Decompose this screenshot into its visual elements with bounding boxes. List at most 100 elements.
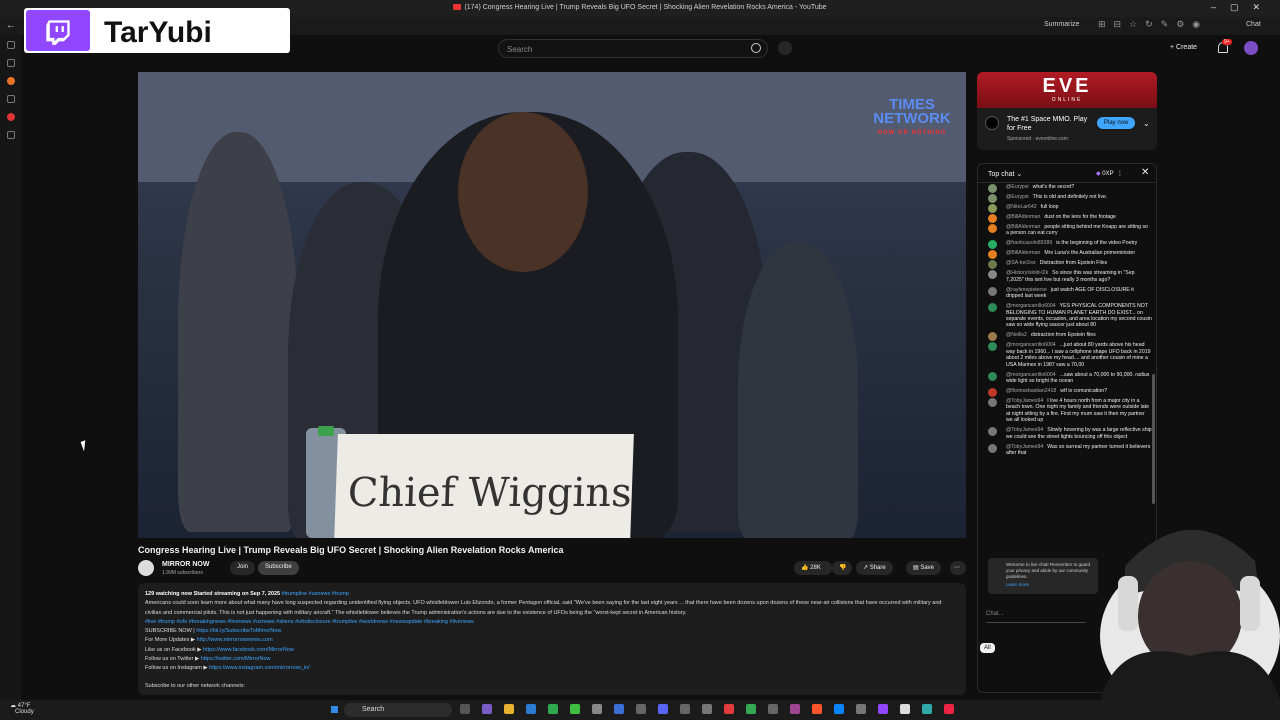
- chat-author[interactable]: @BillAlderman: [1006, 250, 1040, 256]
- app-icon[interactable]: [812, 704, 822, 714]
- chat-author[interactable]: @raylenepieterse: [1006, 287, 1047, 293]
- chat-scrollbar[interactable]: [1152, 374, 1155, 504]
- app-icon[interactable]: [680, 704, 690, 714]
- join-button[interactable]: Join: [230, 561, 256, 575]
- save-button[interactable]: ▤ Save: [906, 561, 942, 575]
- chat-author[interactable]: @NiteLar642: [1006, 204, 1037, 210]
- search-input[interactable]: Search: [498, 39, 768, 58]
- desc-subscribe-link[interactable]: https://bit.ly/SubscribeToMirrorNow: [196, 628, 281, 634]
- chat-author[interactable]: @morgancarrillo6004: [1006, 303, 1056, 309]
- chat-avatar[interactable]: [988, 214, 997, 223]
- play-now-button[interactable]: Play now: [1097, 117, 1136, 129]
- summarize-button[interactable]: Summarize: [1044, 21, 1079, 28]
- sidebar-tab-icon[interactable]: [7, 95, 15, 103]
- chat-avatar[interactable]: [988, 250, 997, 260]
- filter-all-chip[interactable]: All: [980, 643, 995, 653]
- chat-author[interactable]: @BillAlderman: [1006, 224, 1040, 230]
- channel-avatar[interactable]: [138, 560, 154, 576]
- channel-name[interactable]: MIRROR NOW: [162, 561, 209, 568]
- window-controls[interactable]: –▢✕: [1211, 2, 1274, 13]
- app-icon[interactable]: [548, 704, 558, 714]
- desc-fb-link[interactable]: https://www.facebook.com/MirrorNow: [203, 647, 294, 653]
- desc-ig-link[interactable]: https://www.instagram.com/mirrornow_in/: [209, 665, 310, 671]
- chat-author[interactable]: @Eurypsi: [1006, 194, 1029, 200]
- sidebar-add-icon[interactable]: [7, 131, 15, 139]
- chat-author[interactable]: @frankcasolo89289: [1006, 240, 1052, 246]
- app-icon[interactable]: [746, 704, 756, 714]
- share-button[interactable]: ↗ Share: [856, 561, 893, 575]
- video-description[interactable]: 129 watching now Started streaming on Se…: [138, 583, 966, 695]
- app-icon[interactable]: [724, 704, 734, 714]
- app-icon[interactable]: [856, 704, 866, 714]
- chat-author[interactable]: @morgancarrillo6004: [1006, 372, 1056, 378]
- chat-points[interactable]: ◆ 0XP ⋮: [1096, 170, 1123, 177]
- subscribe-button[interactable]: Subscribe: [258, 561, 299, 575]
- sidebar-tab-icon[interactable]: [7, 41, 15, 49]
- desc-tags-top[interactable]: #trumplive #usnews #trump: [282, 591, 349, 597]
- app-icon[interactable]: [658, 704, 668, 714]
- app-icon[interactable]: [460, 704, 470, 714]
- folder-icon[interactable]: [504, 704, 514, 714]
- chat-author[interactable]: @florinsebastian2418: [1006, 388, 1056, 394]
- video-player[interactable]: TIMES NETWORK NOW OR NOTHING Chief Wiggi…: [138, 72, 966, 538]
- desc-tw-link[interactable]: https://twitter.com/MirrorNow: [201, 656, 271, 662]
- close-icon[interactable]: ✕: [1141, 167, 1149, 178]
- chat-avatar[interactable]: [988, 270, 997, 280]
- chat-author[interactable]: @TobyJames94: [1006, 444, 1043, 450]
- chat-avatar[interactable]: [988, 388, 997, 398]
- app-icon[interactable]: [636, 704, 646, 714]
- app-icon[interactable]: [944, 704, 954, 714]
- chat-avatar[interactable]: [988, 184, 997, 193]
- sidebar-tab-icon[interactable]: [7, 59, 15, 67]
- chat-avatar[interactable]: [988, 398, 997, 408]
- app-icon[interactable]: [900, 704, 910, 714]
- chat-mode-select[interactable]: Top chat ⌄: [988, 170, 1022, 178]
- app-icon[interactable]: [592, 704, 602, 714]
- app-icon[interactable]: [570, 704, 580, 714]
- chat-avatar[interactable]: [988, 204, 997, 213]
- app-icon[interactable]: [834, 704, 844, 714]
- chevron-down-icon[interactable]: ⌄: [1143, 119, 1150, 128]
- chat-avatar[interactable]: [988, 371, 997, 381]
- app-icon[interactable]: [790, 704, 800, 714]
- chat-author[interactable]: @Nellis2: [1006, 332, 1027, 338]
- chat-author[interactable]: @HistoryIslold-t2k: [1006, 270, 1048, 276]
- browser-chat-button[interactable]: Chat: [1246, 21, 1261, 28]
- chat-avatar[interactable]: [988, 332, 997, 342]
- chat-avatar[interactable]: [988, 443, 997, 453]
- sidebar-record-icon[interactable]: [7, 113, 15, 121]
- chat-author[interactable]: @TobyJames94: [1006, 398, 1043, 404]
- chat-avatar[interactable]: [988, 342, 997, 352]
- app-icon[interactable]: [702, 704, 712, 714]
- microphone-icon[interactable]: [778, 41, 792, 55]
- search-icon[interactable]: [751, 43, 761, 53]
- chat-author[interactable]: @SA-kei1ivz: [1006, 260, 1036, 266]
- chat-avatar[interactable]: [988, 224, 997, 233]
- app-icon[interactable]: [614, 704, 624, 714]
- app-icon[interactable]: [768, 704, 778, 714]
- sponsored-ad[interactable]: EVE ONLINE The #1 Space MMO. Play for Fr…: [977, 72, 1157, 150]
- sidebar-app-icon[interactable]: [7, 77, 15, 85]
- desc-updates-link[interactable]: http://www.mirrornownews.com: [197, 637, 273, 643]
- chat-avatar[interactable]: [988, 427, 997, 437]
- chat-avatar[interactable]: [988, 286, 997, 296]
- windows-start-icon[interactable]: [329, 704, 340, 715]
- chat-author[interactable]: @morgancarrillo6004: [1006, 342, 1056, 348]
- desc-tags[interactable]: #live #trump #ufo #breakingnews #livenew…: [145, 618, 959, 627]
- chat-avatar[interactable]: [988, 303, 997, 313]
- taskbar-search[interactable]: Search: [344, 703, 452, 717]
- chat-avatar[interactable]: [988, 240, 997, 250]
- app-icon[interactable]: [482, 704, 492, 714]
- chat-avatar[interactable]: [988, 194, 997, 203]
- weather-widget[interactable]: ☁ 47°F Cloudy: [10, 703, 34, 715]
- chat-author[interactable]: @TobyJames94: [1006, 427, 1043, 433]
- like-button[interactable]: 👍 28K: [794, 561, 832, 575]
- more-icon[interactable]: ⋯: [950, 561, 966, 575]
- dislike-icon[interactable]: 👎: [832, 561, 852, 575]
- chat-avatar[interactable]: [988, 260, 997, 270]
- app-icon[interactable]: [878, 704, 888, 714]
- ad-banner[interactable]: EVE ONLINE: [977, 72, 1157, 108]
- chat-author[interactable]: @Eurypsi: [1006, 184, 1029, 190]
- app-icon[interactable]: [526, 704, 536, 714]
- chat-author[interactable]: @BillAlderman: [1006, 214, 1040, 220]
